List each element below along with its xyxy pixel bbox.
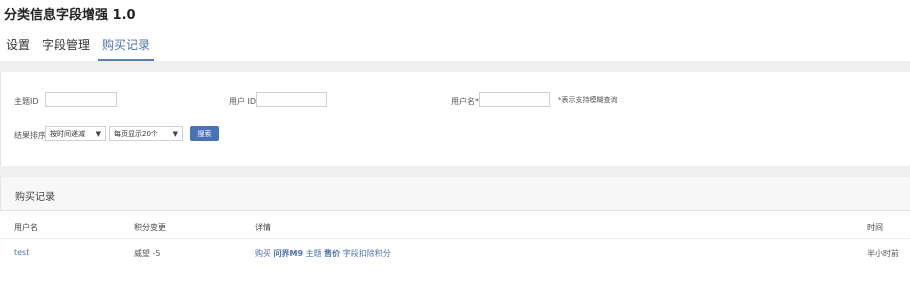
table-header-divider bbox=[0, 238, 910, 239]
tab-bar: 设置 字段管理 购买记录 bbox=[0, 35, 158, 61]
detail-field-name: 售价 bbox=[324, 249, 341, 258]
chevron-down-icon: ▼ bbox=[172, 129, 178, 138]
detail-middle: 主题 bbox=[305, 249, 322, 258]
detail-prefix: 购买 bbox=[255, 249, 271, 258]
section-divider bbox=[0, 166, 910, 177]
user-id-input[interactable] bbox=[256, 92, 327, 107]
column-header-username: 用户名 bbox=[14, 223, 38, 232]
row-credit-change: 威望 -5 bbox=[134, 249, 161, 258]
column-header-time: 时间 bbox=[867, 223, 883, 232]
username-input[interactable] bbox=[479, 92, 550, 107]
topic-id-input[interactable] bbox=[45, 92, 117, 107]
row-detail: 购买 问界M9 主题 售价 字段扣除积分 bbox=[255, 248, 391, 259]
detail-suffix: 字段扣除积分 bbox=[342, 249, 391, 258]
topic-id-label: 主题ID bbox=[14, 97, 39, 106]
user-id-label: 用户 ID bbox=[229, 97, 257, 106]
search-button[interactable]: 搜索 bbox=[190, 126, 219, 141]
sort-order-select[interactable]: 按时间递减 ▼ bbox=[45, 126, 106, 141]
column-header-detail: 详情 bbox=[255, 223, 271, 232]
row-username-link[interactable]: test bbox=[14, 248, 29, 257]
sort-label: 结果排序 bbox=[14, 131, 46, 140]
fuzzy-search-hint: *表示支持模糊查询 bbox=[558, 96, 618, 104]
username-label: 用户名* bbox=[451, 97, 479, 106]
sort-order-value: 按时间递减 bbox=[50, 129, 85, 138]
per-page-select[interactable]: 每页显示20个 ▼ bbox=[109, 126, 183, 141]
records-header: 购买记录 bbox=[0, 177, 910, 211]
column-header-credit-change: 积分变更 bbox=[134, 223, 166, 232]
section-divider bbox=[0, 61, 910, 72]
detail-topic-link[interactable]: 问界M9 bbox=[274, 249, 304, 258]
row-time: 半小时前 bbox=[867, 249, 899, 258]
tab-settings[interactable]: 设置 bbox=[0, 35, 34, 61]
per-page-value: 每页显示20个 bbox=[114, 129, 158, 138]
tab-purchase-records[interactable]: 购买记录 bbox=[98, 35, 155, 61]
chevron-down-icon: ▼ bbox=[95, 129, 101, 138]
app-title: 分类信息字段增强 1.0 bbox=[4, 8, 136, 23]
filter-panel bbox=[0, 72, 910, 166]
records-title: 购买记录 bbox=[15, 192, 55, 203]
tab-field-management[interactable]: 字段管理 bbox=[38, 35, 94, 61]
